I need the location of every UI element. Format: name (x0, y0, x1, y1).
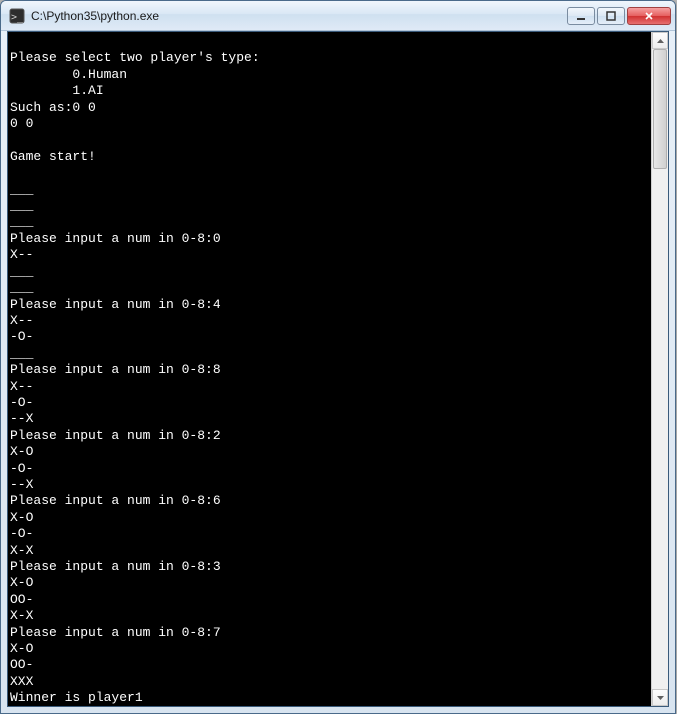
console-output[interactable]: Please select two player's type: 0.Human… (8, 32, 651, 706)
close-button[interactable] (627, 7, 671, 25)
vertical-scrollbar[interactable] (651, 32, 668, 706)
scroll-down-button[interactable] (652, 689, 668, 706)
window-title: C:\Python35\python.exe (31, 9, 567, 23)
client-area: Please select two player's type: 0.Human… (7, 31, 669, 707)
window-controls (567, 7, 671, 25)
scroll-track[interactable] (652, 49, 668, 689)
scroll-thumb[interactable] (653, 49, 667, 169)
app-window: >_ C:\Python35\python.exe Please select … (0, 0, 676, 714)
app-icon: >_ (9, 8, 25, 24)
svg-text:>_: >_ (11, 12, 24, 23)
titlebar[interactable]: >_ C:\Python35\python.exe (1, 1, 675, 31)
scroll-up-button[interactable] (652, 32, 668, 49)
maximize-button[interactable] (597, 7, 625, 25)
minimize-button[interactable] (567, 7, 595, 25)
